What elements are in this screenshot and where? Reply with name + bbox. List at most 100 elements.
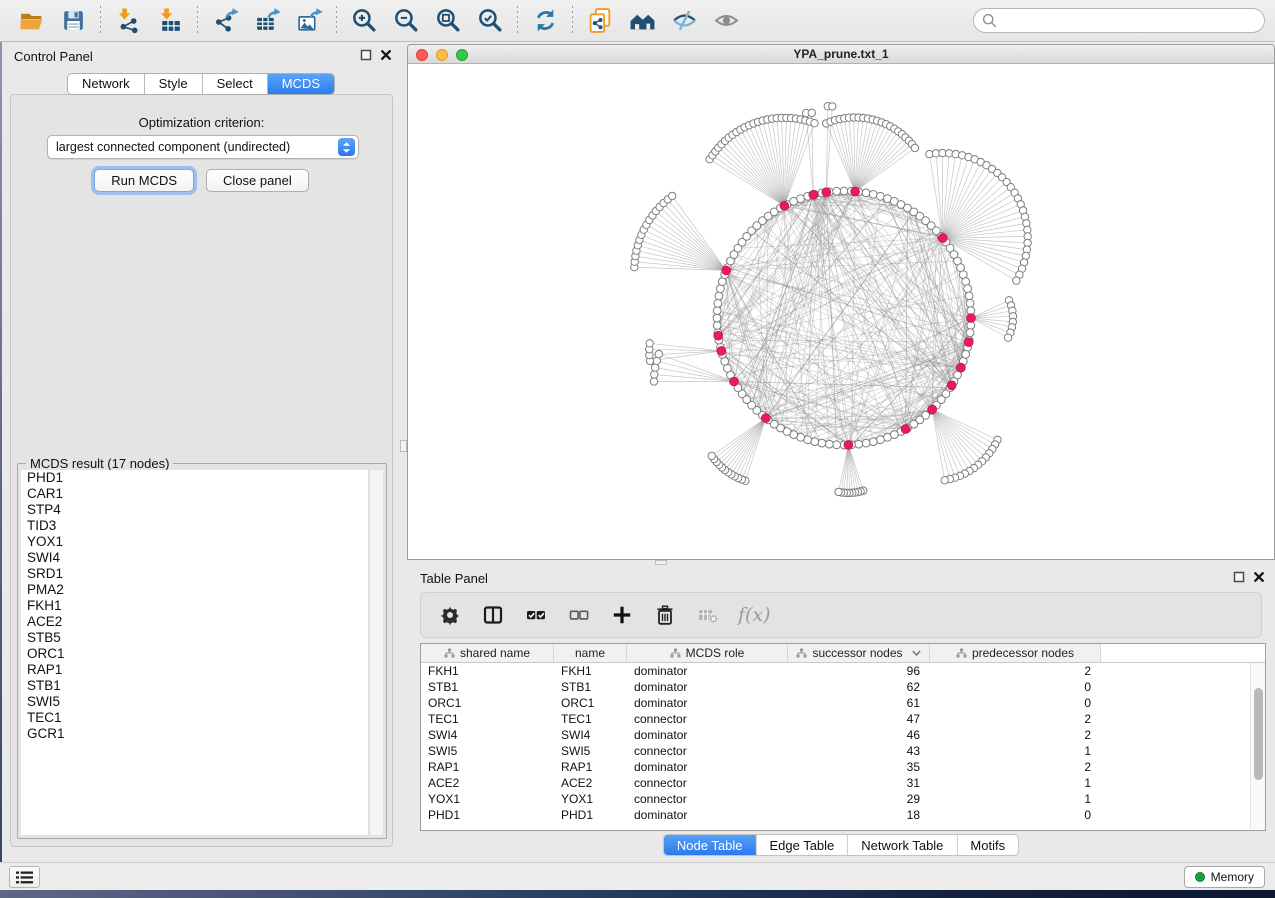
zoom-fit-button[interactable] [427,3,469,39]
run-mcds-button[interactable]: Run MCDS [94,169,194,192]
tab-select[interactable]: Select [203,74,268,94]
table-row[interactable]: STB1STB1dominator620 [421,679,1250,695]
tab-network-table[interactable]: Network Table [848,835,957,855]
mcds-result-item[interactable]: YOX1 [21,534,368,550]
table-row[interactable]: YOX1YOX1connector291 [421,791,1250,807]
table-row[interactable]: PHD1PHD1dominator180 [421,807,1250,823]
create-column-button[interactable] [609,602,635,628]
save-session-button[interactable] [52,3,94,39]
mcds-result-item[interactable]: STP4 [21,502,368,518]
mcds-result-list: PHD1CAR1STP4TID3YOX1SWI4SRD1PMA2FKH1ACE2… [21,470,369,835]
column-header-shared-name[interactable]: shared name [421,644,554,662]
unselect-all-columns-button[interactable] [566,602,592,628]
mcds-result-item[interactable]: SWI4 [21,550,368,566]
select-all-columns-button[interactable] [523,602,549,628]
minimize-window-light[interactable] [436,49,448,61]
close-panel-button[interactable]: Close panel [206,169,309,192]
float-panel-icon[interactable] [360,49,372,61]
memory-button[interactable]: Memory [1184,866,1265,888]
mcds-result-item[interactable]: ACE2 [21,614,368,630]
network-window-titlebar[interactable]: YPA_prune.txt_1 [408,45,1274,64]
delete-columns-button[interactable] [652,602,678,628]
zoom-selected-button[interactable] [469,3,511,39]
clone-network-button[interactable] [579,3,621,39]
mcds-result-item[interactable]: PHD1 [21,470,368,486]
tab-edge-table[interactable]: Edge Table [756,835,848,855]
table-row[interactable]: SWI4SWI4dominator462 [421,727,1250,743]
vertical-splitter-grip[interactable] [400,440,407,452]
criterion-dropdown[interactable]: largest connected component (undirected) [47,135,359,159]
mcds-result-item[interactable]: FKH1 [21,598,368,614]
node-table: shared namenameMCDS rolesuccessor nodesp… [420,643,1266,831]
export-image-button[interactable] [288,3,330,39]
table-row[interactable]: ACE2ACE2connector311 [421,775,1250,791]
tab-style[interactable]: Style [145,74,203,94]
mcds-result-item[interactable]: RAP1 [21,662,368,678]
mcds-result-item[interactable]: SRD1 [21,566,368,582]
network-canvas[interactable] [408,64,1274,560]
export-table-icon [254,7,281,34]
table-row[interactable]: ORC1ORC1dominator610 [421,695,1250,711]
mcds-result-item[interactable]: PMA2 [21,582,368,598]
hide-graphics-details-button[interactable] [663,3,705,39]
network-graph[interactable] [408,64,1274,560]
mcds-result-item[interactable]: STB5 [21,630,368,646]
close-window-light[interactable] [416,49,428,61]
table-row[interactable]: RAP1RAP1dominator352 [421,759,1250,775]
control-panel-header: Control Panel [2,42,400,70]
toolbar-separator [336,6,337,36]
update-view-button[interactable] [524,3,566,39]
mcds-result-item[interactable]: TEC1 [21,710,368,726]
table-panel: Table Panel f(x) shared namenameMCDS rol… [407,565,1275,862]
float-table-panel-icon[interactable] [1233,571,1245,583]
table-mode-button[interactable] [437,602,463,628]
export-table-button[interactable] [246,3,288,39]
close-table-panel-icon[interactable] [1253,571,1265,583]
import-network-button[interactable] [107,3,149,39]
welcome-screen-button[interactable] [621,3,663,39]
maximize-window-light[interactable] [456,49,468,61]
apply-function-button: f(x) [738,604,771,626]
delete-table-button [695,602,721,628]
import-table-button[interactable] [149,3,191,39]
mcds-result-item[interactable]: TID3 [21,518,368,534]
mcds-result-item[interactable]: ORC1 [21,646,368,662]
column-header-MCDS-role[interactable]: MCDS role [627,644,788,662]
column-header-predecessor-nodes[interactable]: predecessor nodes [930,644,1101,662]
zoom-in-button[interactable] [343,3,385,39]
export-network-button[interactable] [204,3,246,39]
mcds-result-scrollbar[interactable] [369,470,383,835]
tab-node-table[interactable]: Node Table [664,835,757,855]
table-scrollbar[interactable] [1250,663,1265,830]
show-columns-button[interactable] [480,602,506,628]
tab-network[interactable]: Network [68,74,145,94]
mcds-result-item[interactable]: STB1 [21,678,368,694]
vertical-splitter[interactable] [400,42,407,862]
column-header-successor-nodes[interactable]: successor nodes [788,644,930,662]
mcds-result-item[interactable]: GCR1 [21,726,368,742]
mcds-result-item[interactable]: CAR1 [21,486,368,502]
table-scrollbar-thumb[interactable] [1254,688,1263,780]
import-network-icon [115,7,142,34]
table-cell: 31 [788,775,930,791]
unselect-all-columns-icon [568,604,590,626]
tab-mcds[interactable]: MCDS [268,74,334,94]
tab-motifs[interactable]: Motifs [957,835,1018,855]
toolbar-separator [572,6,573,36]
zoom-out-button[interactable] [385,3,427,39]
clone-network-icon [587,7,614,34]
table-panel-header: Table Panel [407,565,1275,591]
search-input[interactable] [973,8,1265,33]
mcds-result-item[interactable]: SWI5 [21,694,368,710]
table-cell: PHD1 [554,807,627,823]
table-cell: 18 [788,807,930,823]
task-history-button[interactable] [9,866,40,888]
table-panel-tabs: Node TableEdge TableNetwork TableMotifs [663,834,1019,856]
show-graphics-details-button[interactable] [705,3,747,39]
close-panel-icon[interactable] [380,49,392,61]
column-header-name[interactable]: name [554,644,627,662]
open-file-button[interactable] [10,3,52,39]
table-row[interactable]: TEC1TEC1connector472 [421,711,1250,727]
table-row[interactable]: SWI5SWI5connector431 [421,743,1250,759]
table-row[interactable]: FKH1FKH1dominator962 [421,663,1250,679]
